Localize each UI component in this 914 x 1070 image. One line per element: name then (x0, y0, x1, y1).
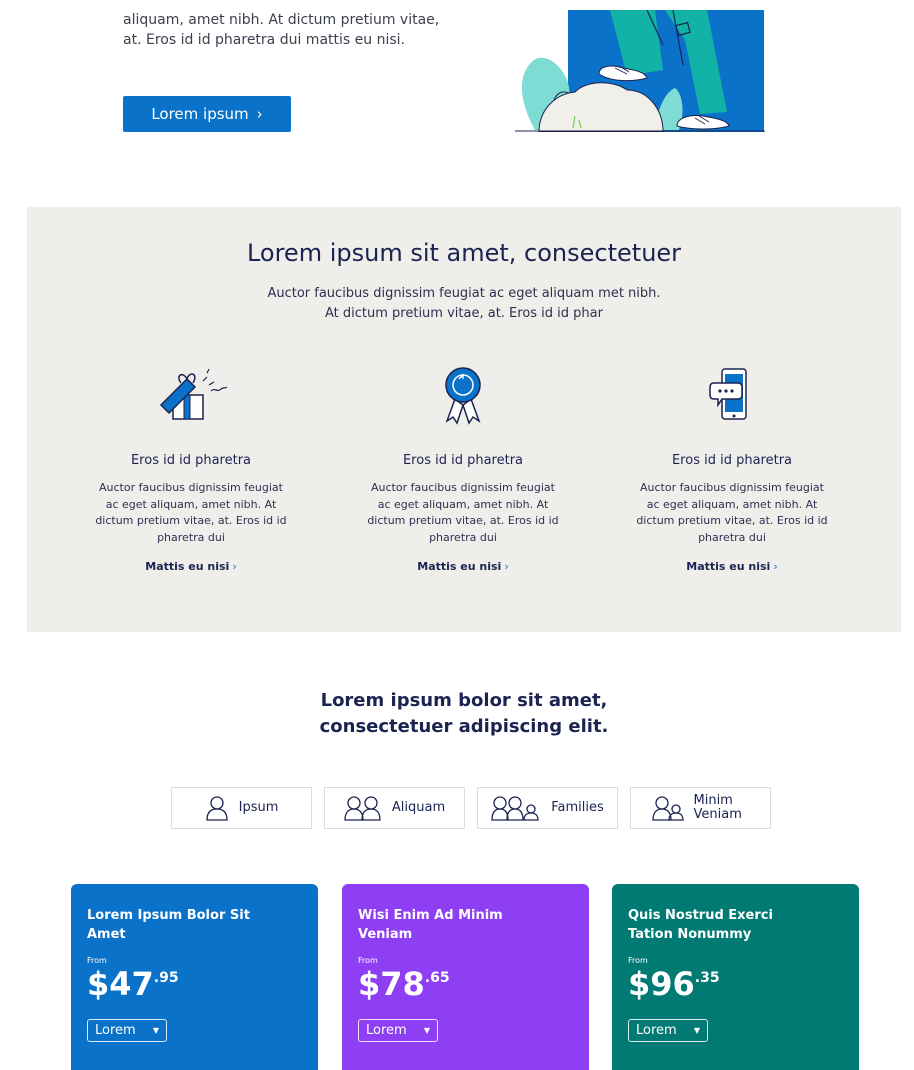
plans-title: Lorem ipsum bolor sit amet, consectetuer… (27, 688, 901, 740)
tab-label: Ipsum (238, 800, 279, 815)
feature-title: Eros id id pharetra (671, 453, 793, 468)
price-main: $47 (87, 965, 154, 1003)
two-people-icon (344, 796, 381, 821)
tab-ipsum[interactable]: Ipsum (171, 787, 312, 829)
plan-select-value: Lorem (95, 1023, 136, 1038)
plan-select-value: Lorem (366, 1023, 407, 1038)
price-main: $96 (628, 965, 695, 1003)
plan-select[interactable]: Lorem ▼ (628, 1019, 708, 1042)
plan-title: Lorem Ipsum Bolor Sit Amet (87, 908, 250, 942)
feature-description: Auctor faucibus dignissim feugiat ac ege… (636, 481, 828, 544)
feature-item: Eros id id pharetra Auctor faucibus dign… (363, 365, 563, 574)
tab-label: Families (551, 800, 604, 815)
price-cents: .95 (153, 970, 179, 986)
plan-card: Quis Nostrud Exerci Tation Nonummy From … (612, 884, 859, 1070)
plans-title-line1: Lorem ipsum bolor sit amet, (320, 690, 608, 711)
page: aliquam, amet nibh. At dictum pretium vi… (27, 10, 901, 1070)
tab-minim-veniam[interactable]: Minim Veniam (630, 787, 771, 829)
chevron-right-icon: › (773, 560, 778, 573)
feature-link[interactable]: Mattis eu nisi › (686, 560, 777, 573)
feature-description: Auctor faucibus dignissim feugiat ac ege… (95, 481, 287, 544)
chevron-right-icon: › (504, 560, 509, 573)
plan-select[interactable]: Lorem ▼ (87, 1019, 167, 1042)
chevron-right-icon: › (232, 560, 237, 573)
features-section: Lorem ipsum sit amet, consectetuer Aucto… (27, 207, 901, 632)
family-icon (491, 796, 539, 821)
tab-aliquam[interactable]: Aliquam (324, 787, 465, 829)
plan-title: Quis Nostrud Exerci Tation Nonummy (628, 908, 773, 942)
hero-text: aliquam, amet nibh. At dictum pretium vi… (123, 12, 440, 48)
hero-cta-button[interactable]: Lorem ipsum › (123, 96, 291, 132)
features-subtitle: Auctor faucibus dignissim feugiat ac ege… (267, 286, 661, 321)
plans-title-line2: consectetuer adipiscing elit. (319, 716, 609, 737)
plan-type-tabs: Ipsum Aliquam Families Minim Veniam (171, 787, 771, 829)
plan-card: Lorem Ipsum Bolor Sit Amet From $47 .95 … (71, 884, 318, 1070)
feature-link-label: Mattis eu nisi (417, 560, 502, 573)
phone-chat-icon (709, 368, 747, 420)
chevron-down-icon: ▼ (152, 1026, 159, 1035)
feature-link[interactable]: Mattis eu nisi › (417, 560, 508, 573)
price-from-label: From (628, 956, 648, 965)
plan-price: $78 .65 (358, 967, 573, 1001)
features-title: Lorem ipsum sit amet, consectetuer (246, 239, 682, 267)
chevron-down-icon: ▼ (693, 1026, 700, 1035)
price-from-label: From (358, 956, 378, 965)
single-person-icon (205, 796, 228, 821)
chevron-right-icon: › (256, 105, 263, 123)
price-main: $78 (358, 965, 425, 1003)
tab-label: Minim Veniam (693, 793, 742, 822)
feature-link[interactable]: Mattis eu nisi › (145, 560, 236, 573)
plan-price: $96 .35 (628, 967, 843, 1001)
gift-box-icon (159, 368, 228, 420)
tab-label: Aliquam (391, 800, 446, 815)
plan-select-value: Lorem (636, 1023, 677, 1038)
feature-link-label: Mattis eu nisi (145, 560, 230, 573)
feature-link-label: Mattis eu nisi (686, 560, 771, 573)
feature-title: Eros id id pharetra (130, 453, 252, 468)
adult-child-icon (651, 796, 684, 821)
tab-families[interactable]: Families (477, 787, 618, 829)
hero-illustration (515, 10, 765, 132)
plan-price: $47 .95 (87, 967, 302, 1001)
plan-select[interactable]: Lorem ▼ (358, 1019, 438, 1042)
award-ribbon-icon (445, 367, 481, 425)
chevron-down-icon: ▼ (423, 1026, 430, 1035)
plan-card: Wisi Enim Ad Minim Veniam From $78 .65 L… (342, 884, 589, 1070)
price-from-label: From (87, 956, 107, 965)
price-cents: .35 (694, 970, 720, 986)
feature-item: Eros id id pharetra Auctor faucibus dign… (91, 365, 291, 574)
plan-title: Wisi Enim Ad Minim Veniam (358, 908, 503, 942)
feature-description: Auctor faucibus dignissim feugiat ac ege… (367, 481, 559, 544)
feature-title: Eros id id pharetra (402, 453, 524, 468)
hero-cta-label: Lorem ipsum (151, 105, 249, 123)
price-cents: .65 (424, 970, 450, 986)
feature-item: Eros id id pharetra Auctor faucibus dign… (632, 365, 832, 574)
